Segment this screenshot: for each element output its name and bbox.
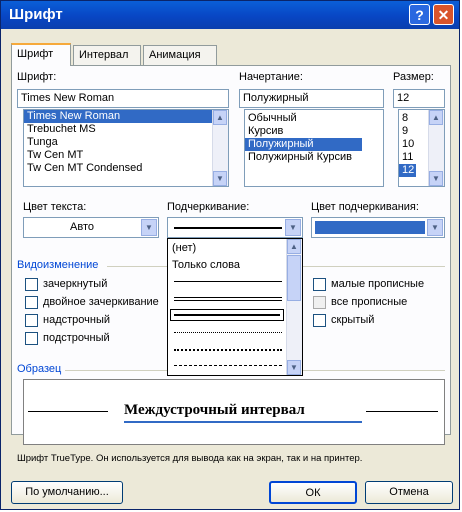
hidden-checkbox[interactable] — [313, 314, 326, 327]
list-item[interactable]: 12 — [399, 164, 416, 177]
tab-font[interactable]: Шрифт — [11, 43, 71, 66]
font-list[interactable]: Times New Roman Trebuchet MS Tunga Tw Ce… — [23, 109, 229, 187]
title-bar: Шрифт ? ✕ — [1, 1, 459, 29]
preview-sample-text: Междустрочный интервал — [124, 402, 305, 418]
size-label: Размер: — [393, 71, 434, 83]
double-strikethrough-label: двойное зачеркивание — [43, 296, 159, 308]
scroll-down-icon[interactable]: ▼ — [287, 360, 301, 375]
chevron-down-icon[interactable]: ▼ — [285, 219, 301, 236]
underline-label: Подчеркивание: — [167, 201, 250, 213]
scroll-up-icon[interactable]: ▲ — [213, 110, 227, 125]
scroll-down-icon[interactable]: ▼ — [213, 171, 227, 186]
font-color-select[interactable]: Авто ▼ — [23, 217, 159, 238]
help-button[interactable]: ? — [409, 4, 430, 25]
small-caps-label: малые прописные — [331, 278, 425, 290]
underline-option-none[interactable]: (нет) — [172, 242, 196, 254]
effects-label: Видоизменение — [17, 259, 99, 271]
preview-underline — [124, 421, 362, 423]
list-item[interactable]: Полужирный — [245, 138, 362, 151]
underline-select[interactable]: ▼ — [167, 217, 303, 238]
font-dialog: Шрифт ? ✕ Шрифт Интервал Анимация Шрифт:… — [0, 0, 460, 510]
chevron-down-icon[interactable]: ▼ — [427, 219, 443, 236]
list-item[interactable]: Trebuchet MS — [24, 123, 228, 136]
size-scrollbar[interactable]: ▲ ▼ — [428, 110, 444, 186]
preview-label: Образец — [17, 363, 62, 375]
underline-option-single[interactable] — [174, 281, 282, 282]
underline-option-thick-dotted[interactable] — [174, 349, 282, 351]
dialog-title: Шрифт — [9, 6, 63, 23]
style-list[interactable]: Обычный Курсив Полужирный Полужирный Кур… — [244, 109, 384, 187]
strikethrough-label: зачеркнутый — [43, 278, 108, 290]
tab-animation[interactable]: Анимация — [143, 45, 217, 65]
list-item[interactable]: Tw Cen MT Condensed — [24, 162, 228, 175]
underline-color-label: Цвет подчеркивания: — [311, 201, 419, 213]
close-button[interactable]: ✕ — [433, 4, 454, 25]
underline-option-thick-selected[interactable] — [170, 309, 284, 321]
font-input[interactable]: Times New Roman — [17, 89, 229, 108]
preview-box: Междустрочный интервал — [23, 379, 445, 445]
underline-option-words[interactable]: Только слова — [172, 259, 240, 271]
small-caps-checkbox[interactable] — [313, 278, 326, 291]
list-item[interactable]: Tw Cen MT — [24, 149, 228, 162]
tab-spacing[interactable]: Интервал — [73, 45, 141, 65]
underline-style-line — [174, 227, 282, 229]
size-input[interactable]: 12 — [393, 89, 445, 108]
style-label: Начертание: — [239, 71, 303, 83]
list-item[interactable]: Times New Roman — [24, 110, 228, 123]
underline-option-double[interactable] — [174, 297, 282, 301]
underline-color-select[interactable]: ▼ — [311, 217, 445, 238]
strikethrough-checkbox[interactable] — [25, 278, 38, 291]
all-caps-checkbox[interactable] — [313, 296, 326, 309]
all-caps-label: все прописные — [331, 296, 408, 308]
truetype-note: Шрифт TrueType. Он используется для выво… — [17, 453, 363, 464]
size-list[interactable]: 8 9 10 11 12 ▲ ▼ — [398, 109, 445, 187]
list-item[interactable]: Курсив — [245, 125, 383, 138]
scroll-thumb[interactable] — [287, 255, 301, 301]
subscript-checkbox[interactable] — [25, 332, 38, 345]
default-button[interactable]: По умолчанию... — [11, 481, 123, 504]
chevron-down-icon[interactable]: ▼ — [141, 219, 157, 236]
cancel-button[interactable]: Отмена — [365, 481, 453, 504]
underline-option-dotted[interactable] — [174, 332, 282, 333]
scroll-down-icon[interactable]: ▼ — [429, 171, 443, 186]
superscript-label: надстрочный — [43, 314, 110, 326]
list-item[interactable]: Полужирный Курсив — [245, 151, 383, 164]
style-input[interactable]: Полужирный — [239, 89, 384, 108]
underline-option-dashed[interactable] — [174, 365, 282, 366]
hidden-label: скрытый — [331, 314, 375, 326]
superscript-checkbox[interactable] — [25, 314, 38, 327]
list-item[interactable]: Tunga — [24, 136, 228, 149]
underline-dropdown-scrollbar[interactable]: ▲ ▼ — [286, 239, 302, 375]
font-scrollbar[interactable]: ▲ ▼ — [212, 110, 228, 186]
list-item[interactable]: Обычный — [245, 112, 383, 125]
scroll-up-icon[interactable]: ▲ — [429, 110, 443, 125]
scroll-up-icon[interactable]: ▲ — [287, 239, 301, 254]
double-strikethrough-checkbox[interactable] — [25, 296, 38, 309]
subscript-label: подстрочный — [43, 332, 110, 344]
font-color-label: Цвет текста: — [23, 201, 87, 213]
font-label: Шрифт: — [17, 71, 57, 83]
underline-color-swatch — [315, 221, 425, 234]
ok-button[interactable]: ОК — [269, 481, 357, 504]
underline-dropdown-list[interactable]: (нет) Только слова ▲ ▼ — [167, 238, 303, 376]
